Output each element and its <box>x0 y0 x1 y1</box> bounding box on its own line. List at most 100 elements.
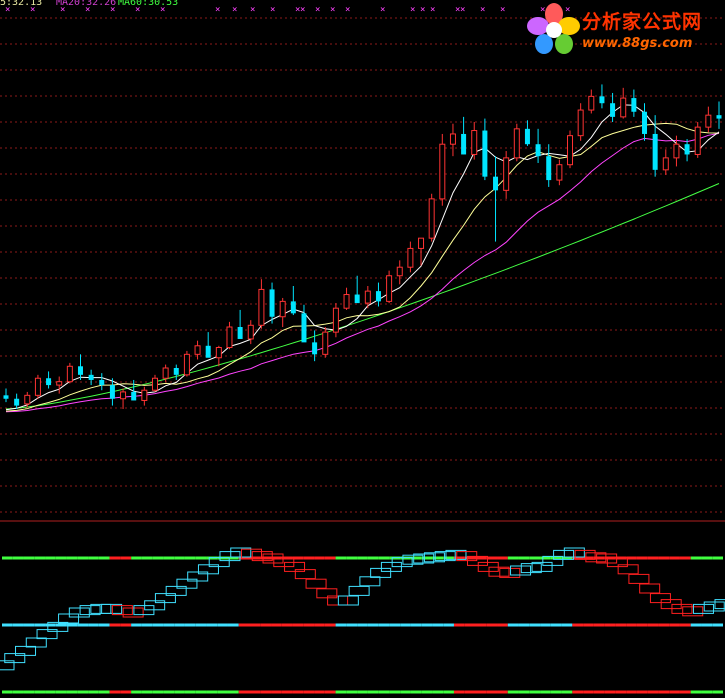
candle-body-up <box>34 377 41 396</box>
candle-body-down <box>88 374 94 380</box>
oscillator-box <box>359 576 381 587</box>
candle-body-down <box>716 115 722 119</box>
oscillator-box <box>25 637 47 648</box>
signal-marker: × <box>410 5 415 15</box>
candle-body-down <box>312 342 318 355</box>
oscillator-box <box>563 547 585 558</box>
logo-title: 分析家公式网 <box>582 11 703 33</box>
candle-body-up <box>407 247 414 268</box>
candle-body-up <box>577 109 584 137</box>
candle-body-up <box>620 97 627 118</box>
candle-body-up <box>332 307 339 333</box>
signal-marker: × <box>380 5 385 15</box>
candle-body-down <box>3 395 9 399</box>
oscillator-box <box>703 601 725 612</box>
candle-body-down <box>14 398 20 406</box>
candle-body-down <box>237 327 243 339</box>
candle-body-up <box>141 389 148 401</box>
oscillator-box <box>58 613 80 624</box>
signal-marker: × <box>330 5 335 15</box>
candle-body-down <box>546 156 552 181</box>
candle-body-up <box>705 114 712 128</box>
signal-marker: × <box>500 5 505 15</box>
candle-body-up <box>513 128 520 159</box>
signal-marker: × <box>430 5 435 15</box>
candle-body-up <box>322 331 329 355</box>
candle-body-up <box>162 367 169 379</box>
candle-body-up <box>396 266 403 277</box>
candle-body-down <box>631 98 637 112</box>
candle-body-up <box>226 326 233 348</box>
candle-body-up <box>428 198 435 239</box>
candle-body-up <box>567 135 574 166</box>
ma20-line <box>5 132 720 413</box>
candle-body-up <box>258 288 265 326</box>
ma60-line <box>5 183 720 410</box>
signal-marker: × <box>215 5 220 15</box>
candle-body-up <box>247 324 254 340</box>
candle-body-up <box>120 391 127 400</box>
candle-body-up <box>183 353 190 376</box>
candle-body-up <box>364 290 371 304</box>
signal-marker: × <box>420 5 425 15</box>
candle-body-up <box>194 345 201 355</box>
ma5-value-label: 5:32.13 <box>0 0 43 8</box>
stock-chart: ××××××××××××××××××××××××××× <box>0 5 725 694</box>
signal-marker: × <box>345 5 350 15</box>
candle-body-up <box>439 143 446 200</box>
oscillator-box <box>682 606 704 617</box>
oscillator-box <box>68 607 90 618</box>
candle-body-up <box>471 130 478 155</box>
candle-body-up <box>56 381 63 386</box>
oscillator-box <box>305 578 327 589</box>
candle-body-down <box>610 103 616 117</box>
candle-body-up <box>279 300 286 318</box>
candle-body-up <box>386 275 393 302</box>
candle-body-up <box>343 294 350 309</box>
candle-body-down <box>301 313 307 343</box>
candle-body-up <box>449 133 456 145</box>
oscillator-box <box>714 599 725 610</box>
candle-body-up <box>418 237 425 249</box>
candle-body-down <box>652 133 658 170</box>
candle-body-down <box>535 144 541 157</box>
candle-body-up <box>662 157 669 171</box>
candle-body-down <box>77 366 83 375</box>
candle-body-down <box>205 345 211 358</box>
ma20-value-label: MA20:32.26 <box>56 0 117 8</box>
logo-url: www.88gs.com <box>582 36 693 51</box>
candle-body-down <box>99 379 105 386</box>
candle-body-down <box>354 294 360 304</box>
oscillator-box <box>122 607 144 618</box>
candle-body-up <box>694 126 701 155</box>
candle-body-down <box>109 385 115 399</box>
candle-body-down <box>599 96 605 104</box>
signal-marker: × <box>250 5 255 15</box>
candle-body-up <box>588 95 595 111</box>
signal-marker: × <box>460 5 465 15</box>
signal-marker: × <box>270 5 275 15</box>
candle-body-down <box>375 291 381 302</box>
candle-body-down <box>684 144 690 155</box>
signal-marker: × <box>480 5 485 15</box>
candle-body-up <box>66 365 73 383</box>
candle-body-down <box>46 378 52 386</box>
candle-body-up <box>673 143 680 159</box>
oscillator-box <box>692 603 714 614</box>
flower-icon <box>527 3 580 54</box>
oscillator-box <box>510 565 532 576</box>
candle-body-down <box>524 128 530 145</box>
oscillator-box <box>649 593 671 604</box>
candle-body-up <box>151 377 158 391</box>
candle-body-down <box>269 289 275 317</box>
candle-body-up <box>215 347 222 359</box>
candle-body-down <box>493 176 499 191</box>
signal-marker: × <box>232 5 237 15</box>
oscillator-box <box>337 595 359 606</box>
oscillator-box <box>370 567 392 578</box>
candle-body-up <box>503 157 510 191</box>
candle-body-down <box>173 368 179 375</box>
candle-body-up <box>556 164 563 181</box>
site-logo: 分析家公式网 www.88gs.com <box>526 2 725 58</box>
signal-marker: × <box>315 5 320 15</box>
